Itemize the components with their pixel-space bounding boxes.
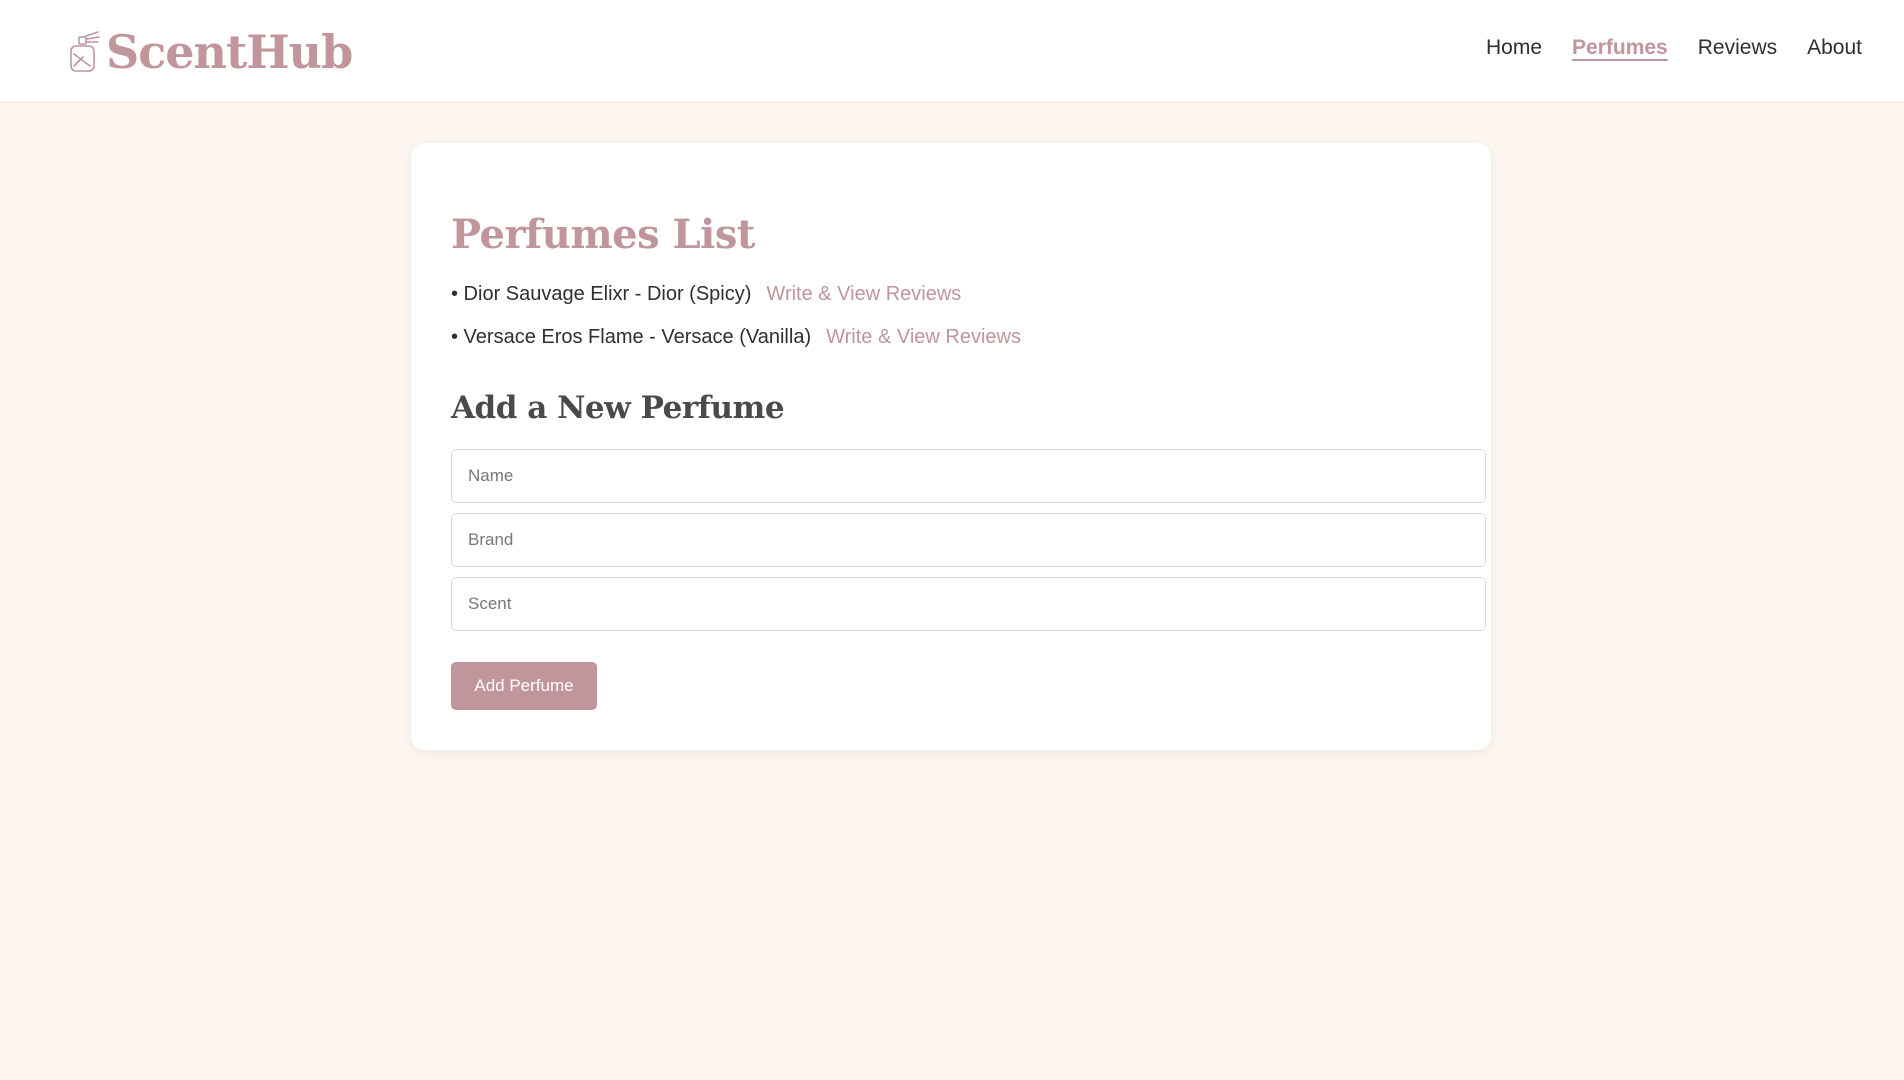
site-header: ScentHub Home Perfumes Reviews About bbox=[0, 0, 1904, 103]
nav-link-home[interactable]: Home bbox=[1486, 36, 1542, 60]
perfume-description: • Versace Eros Flame - Versace (Vanilla) bbox=[451, 326, 812, 348]
perfumes-card: Perfumes List • Dior Sauvage Elixr - Dio… bbox=[411, 143, 1491, 750]
write-view-reviews-link[interactable]: Write & View Reviews bbox=[766, 283, 961, 306]
add-perfume-button[interactable]: Add Perfume bbox=[451, 662, 597, 710]
nav-link-perfumes[interactable]: Perfumes bbox=[1572, 36, 1668, 60]
add-perfume-heading: Add a New Perfume bbox=[451, 390, 785, 426]
nav-link-reviews[interactable]: Reviews bbox=[1698, 36, 1777, 60]
brand-input[interactable] bbox=[451, 513, 1486, 567]
perfume-description: • Dior Sauvage Elixr - Dior (Spicy) bbox=[451, 283, 752, 305]
main-nav: Home Perfumes Reviews About bbox=[1486, 36, 1862, 60]
site-logo[interactable]: ScentHub bbox=[66, 22, 353, 82]
write-view-reviews-link[interactable]: Write & View Reviews bbox=[826, 326, 1021, 349]
perfume-list: • Dior Sauvage Elixr - Dior (Spicy) Writ… bbox=[451, 283, 1021, 369]
name-input[interactable] bbox=[451, 449, 1486, 503]
perfume-bottle-icon bbox=[70, 31, 100, 72]
list-item: • Dior Sauvage Elixr - Dior (Spicy) Writ… bbox=[451, 283, 1021, 326]
page-title: Perfumes List bbox=[451, 211, 755, 258]
nav-link-about[interactable]: About bbox=[1807, 36, 1862, 60]
list-item: • Versace Eros Flame - Versace (Vanilla)… bbox=[451, 326, 1021, 369]
scent-input[interactable] bbox=[451, 577, 1486, 631]
brand-name: ScentHub bbox=[106, 25, 353, 79]
